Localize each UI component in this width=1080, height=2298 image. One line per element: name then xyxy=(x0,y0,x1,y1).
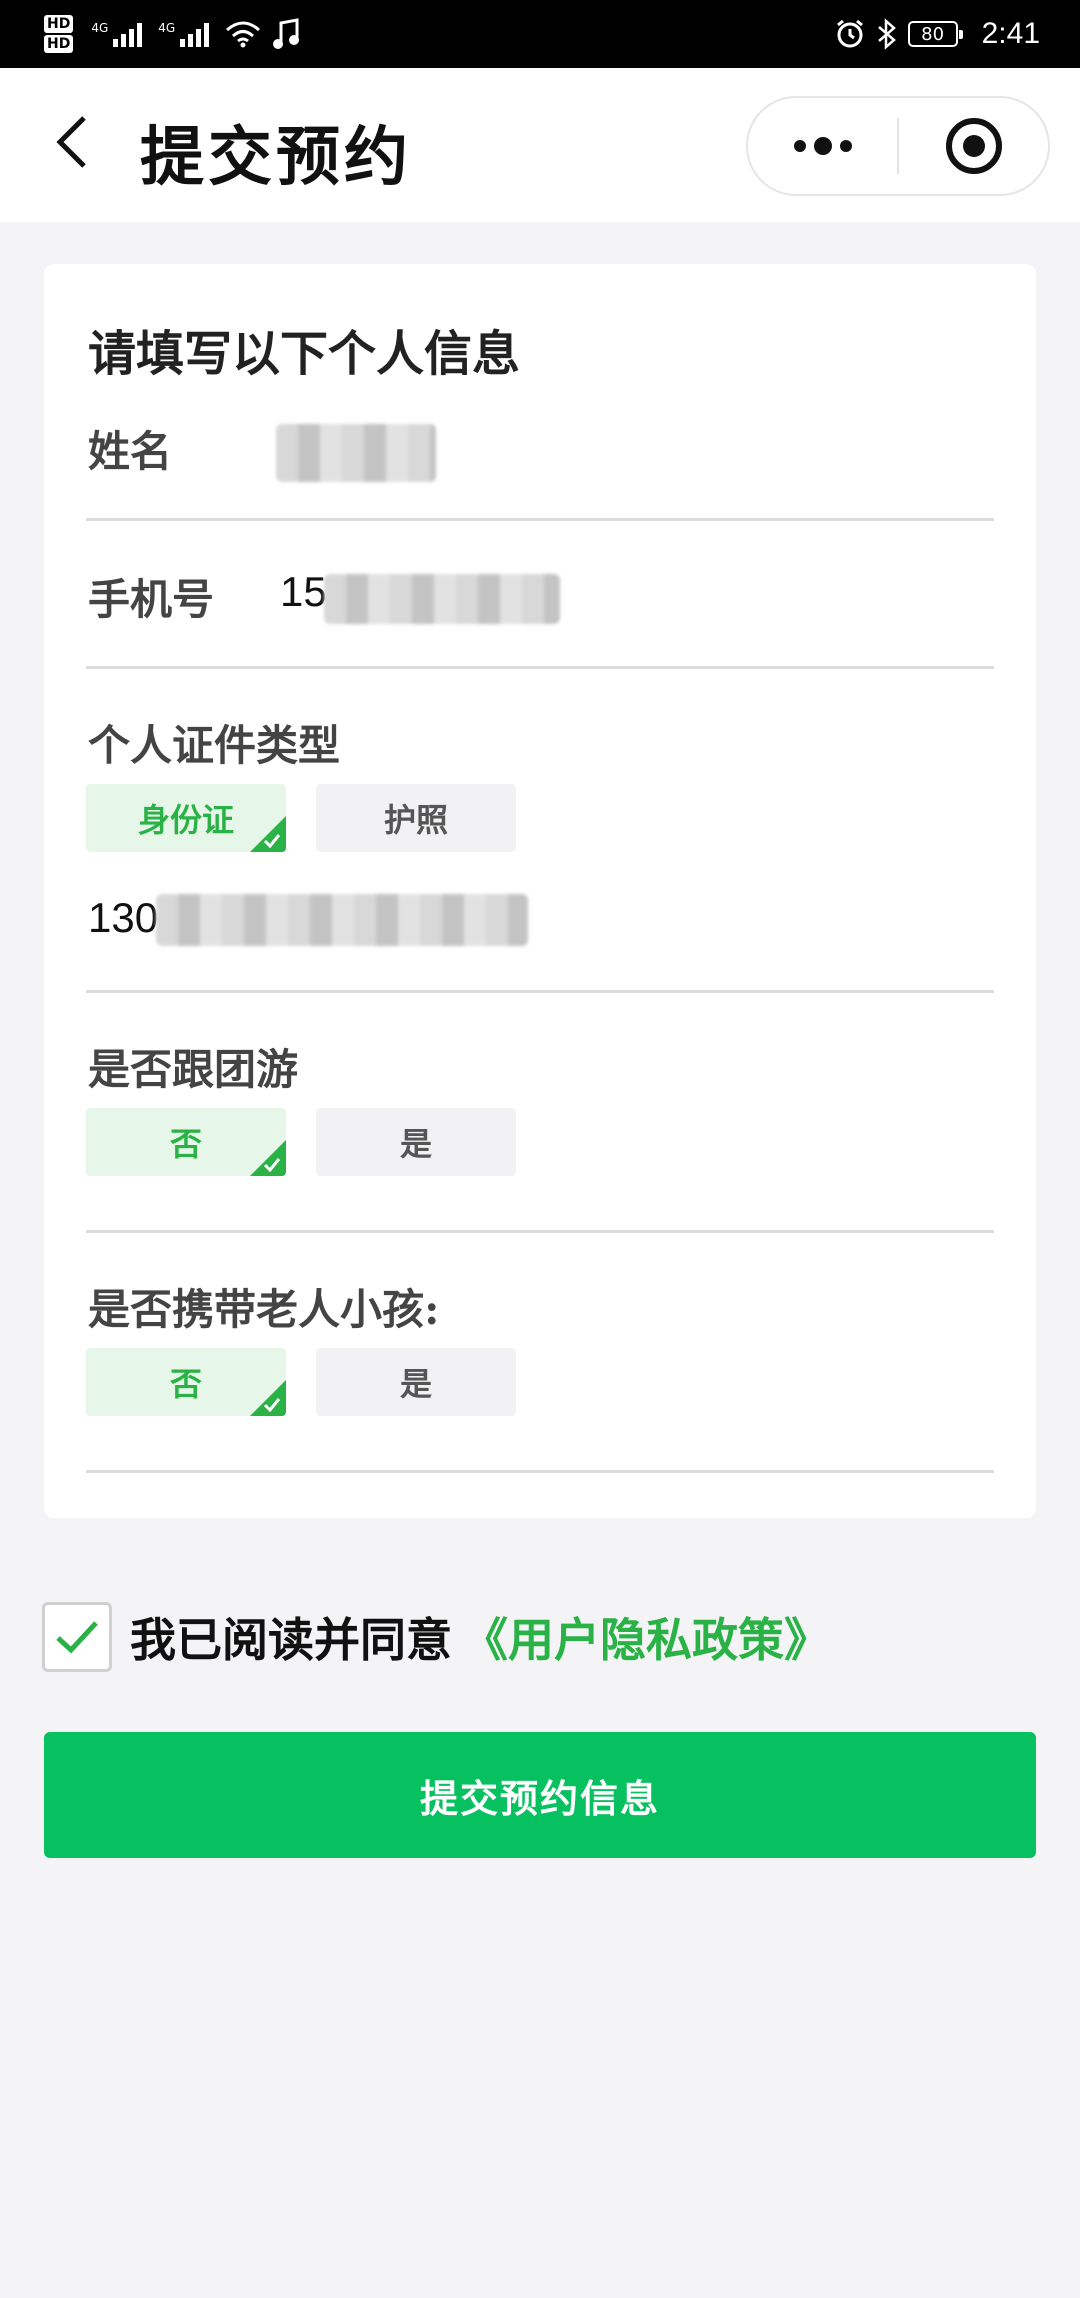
id-type-option-id-card[interactable]: 身份证 xyxy=(86,784,286,852)
id-number-prefix[interactable]: 130 xyxy=(88,894,158,942)
check-icon xyxy=(263,1158,281,1173)
group-tour-label: 是否跟团游 xyxy=(88,1045,299,1094)
phone-value-prefix[interactable]: 15 xyxy=(280,568,327,616)
bluetooth-icon xyxy=(877,18,896,50)
divider xyxy=(86,518,994,521)
more-button[interactable] xyxy=(748,98,897,194)
divider xyxy=(86,990,994,993)
close-button[interactable] xyxy=(899,98,1048,194)
group-tour-option-no[interactable]: 否 xyxy=(86,1108,286,1176)
hd-tag-bottom: HD xyxy=(44,35,74,53)
phone-value-redacted[interactable] xyxy=(324,574,560,624)
mini-program-capsule xyxy=(746,96,1050,196)
signal-icon: 4G xyxy=(91,21,143,47)
form-heading: 请填写以下个人信息 xyxy=(88,326,521,382)
divider xyxy=(86,1470,994,1473)
divider xyxy=(86,1230,994,1233)
option-label: 否 xyxy=(169,1125,202,1163)
check-icon xyxy=(263,1398,281,1413)
submit-button[interactable]: 提交预约信息 xyxy=(44,1732,1036,1858)
nav-bar: 提交预约 xyxy=(0,68,1080,222)
hd-indicator: HD HD xyxy=(44,15,74,53)
option-label: 护照 xyxy=(383,801,448,839)
music-note-icon xyxy=(273,18,300,49)
group-tour-option-yes[interactable]: 是 xyxy=(316,1108,516,1176)
id-type-label: 个人证件类型 xyxy=(88,721,341,770)
agreement-text: 我已阅读并同意 xyxy=(130,1613,452,1667)
option-label: 身份证 xyxy=(137,801,234,839)
phone-label: 手机号 xyxy=(88,575,215,624)
elderly-child-option-no[interactable]: 否 xyxy=(86,1348,286,1416)
wifi-icon xyxy=(226,21,261,48)
option-label: 是 xyxy=(399,1365,432,1403)
agreement-checkbox[interactable] xyxy=(42,1602,112,1672)
check-icon xyxy=(263,834,281,849)
option-label: 是 xyxy=(399,1125,432,1163)
status-bar: HD HD 4G 4G 80 2:41 xyxy=(0,0,1080,68)
elderly-child-option-yes[interactable]: 是 xyxy=(316,1348,516,1416)
divider xyxy=(86,666,994,669)
alarm-icon xyxy=(836,19,863,48)
network-type-label: 4G xyxy=(91,21,109,35)
target-icon xyxy=(945,118,1002,174)
hd-tag-top: HD xyxy=(44,15,74,33)
privacy-policy-link[interactable]: 《用户隐私政策》 xyxy=(462,1604,830,1670)
battery-level: 80 xyxy=(921,23,945,45)
more-dots-icon xyxy=(793,137,852,155)
name-label: 姓名 xyxy=(88,427,173,476)
network-type-label-2: 4G xyxy=(158,21,176,35)
status-time: 2:41 xyxy=(981,17,1040,50)
name-value-redacted[interactable] xyxy=(276,424,436,482)
status-bar-right: 80 2:41 xyxy=(834,17,1040,51)
chevron-left-icon xyxy=(56,116,86,168)
check-icon xyxy=(56,1621,98,1654)
back-button[interactable] xyxy=(42,112,102,172)
id-number-redacted[interactable] xyxy=(156,894,528,946)
status-bar-left: HD HD 4G 4G xyxy=(44,15,301,53)
info-form-card: 请填写以下个人信息 姓名 手机号 15 个人证件类型 身份证 护照 130 是否… xyxy=(44,264,1036,1518)
option-label: 否 xyxy=(169,1365,202,1403)
id-type-option-passport[interactable]: 护照 xyxy=(316,784,516,852)
elderly-child-label: 是否携带老人小孩: xyxy=(88,1285,440,1334)
signal-icon-2: 4G xyxy=(158,21,210,47)
agreement-row: 我已阅读并同意 《用户隐私政策》 xyxy=(42,1602,830,1672)
battery-icon: 80 xyxy=(907,21,963,47)
page-title: 提交预约 xyxy=(140,120,412,195)
